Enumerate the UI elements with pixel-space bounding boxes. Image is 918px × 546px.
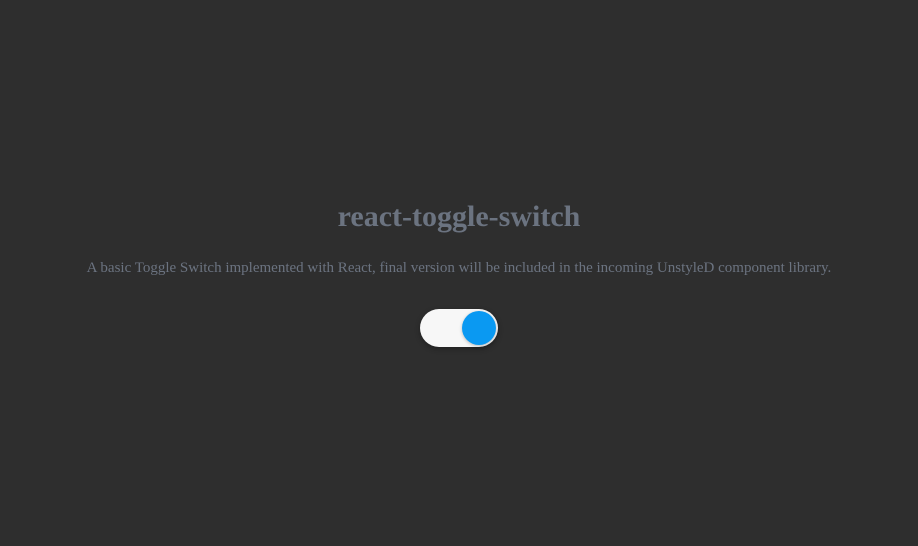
main-content: react-toggle-switch A basic Toggle Switc… <box>87 200 832 347</box>
toggle-knob <box>462 311 496 345</box>
toggle-switch[interactable] <box>420 309 498 347</box>
page-title: react-toggle-switch <box>338 200 581 234</box>
toggle-wrapper <box>420 309 498 347</box>
page-description: A basic Toggle Switch implemented with R… <box>87 258 832 279</box>
